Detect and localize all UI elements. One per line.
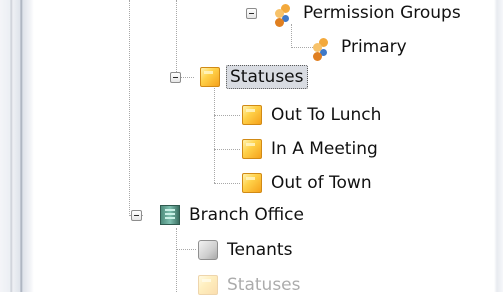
tree-node-permission-groups[interactable]: Permission Groups (274, 0, 464, 26)
collapse-toggle-statuses[interactable] (170, 72, 181, 83)
tree-line (214, 183, 240, 184)
status-icon (242, 139, 262, 159)
tenants-icon (198, 240, 218, 260)
tree-line (291, 47, 313, 48)
tree-line (214, 149, 240, 150)
tree-node-status-item[interactable]: In A Meeting (242, 136, 381, 162)
tree-node-label: Statuses (227, 275, 301, 295)
status-icon (200, 67, 220, 87)
tree-node-tenants[interactable]: Tenants (198, 237, 295, 263)
status-icon (242, 173, 262, 193)
tree-line (214, 88, 215, 183)
tree-node-label: Branch Office (189, 205, 304, 225)
status-icon (242, 105, 262, 125)
user-group-icon (312, 37, 332, 57)
tree-node-label: Out of Town (271, 173, 372, 193)
tree-node-status-item[interactable]: Out of Town (242, 170, 375, 196)
tree-line (291, 24, 292, 48)
user-group-icon (274, 3, 294, 23)
tree-line (176, 228, 177, 292)
tree-node-branch-office[interactable]: Branch Office (160, 202, 307, 228)
tree-node-statuses[interactable]: Statuses (200, 64, 308, 90)
tree-node-statuses-2[interactable]: Statuses (198, 272, 304, 298)
tree-node-label: Tenants (227, 240, 293, 260)
tree-node-label: Permission Groups (303, 3, 461, 23)
tree-line (176, 0, 177, 78)
tree-node-label: Out To Lunch (271, 105, 382, 125)
tree-line (129, 0, 130, 216)
tree-line (214, 115, 240, 116)
building-icon (160, 205, 180, 225)
tree-node-label: In A Meeting (271, 139, 378, 159)
tree-node-label: Statuses (226, 65, 308, 89)
tree-node-primary[interactable]: Primary (312, 34, 410, 60)
tree-node-status-item[interactable]: Out To Lunch (242, 102, 384, 128)
tree-view: Permission Groups Primary Statuses Out T… (0, 0, 503, 295)
tree-node-label: Primary (341, 37, 407, 57)
status-icon (198, 275, 218, 295)
collapse-toggle-permission-groups[interactable] (246, 8, 257, 19)
tree-line (176, 249, 196, 250)
collapse-toggle-branch-office[interactable] (131, 210, 142, 221)
